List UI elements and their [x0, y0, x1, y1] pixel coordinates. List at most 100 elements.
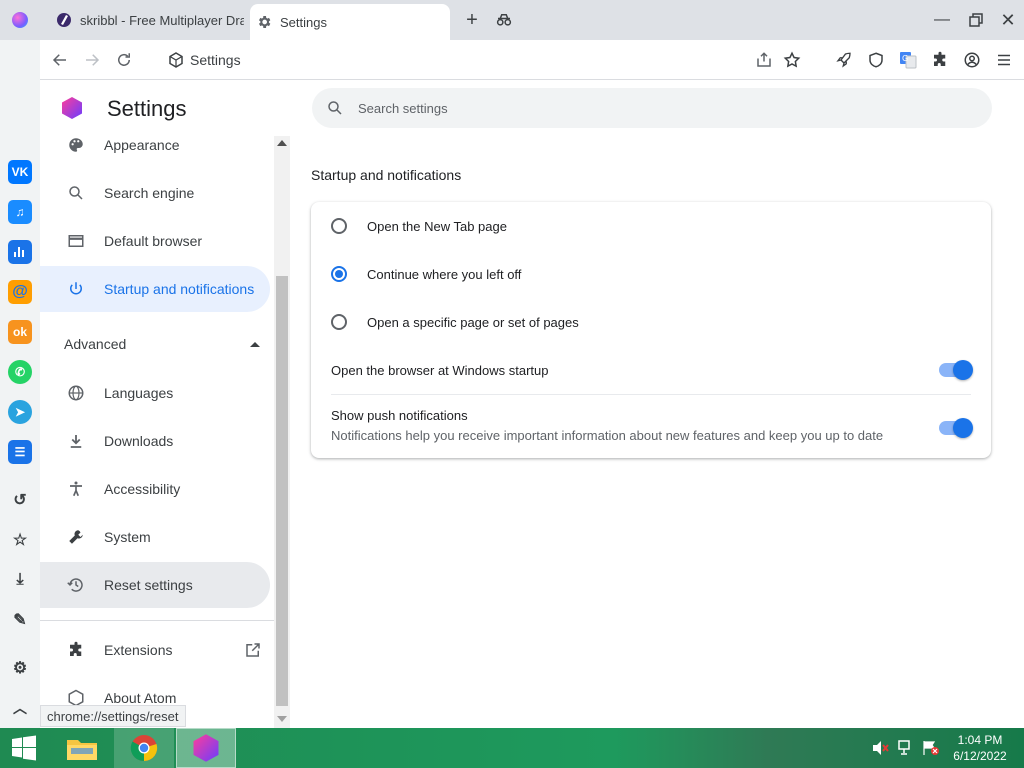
radio-row-continue[interactable]: Continue where you left off: [311, 250, 991, 298]
reload-button[interactable]: [112, 48, 136, 72]
radio-row-new-tab[interactable]: Open the New Tab page: [311, 202, 991, 250]
sidebar-item-system[interactable]: System: [40, 514, 270, 560]
forward-button[interactable]: [80, 48, 104, 72]
sidebar-item-languages[interactable]: Languages: [40, 370, 270, 416]
search-icon: [64, 184, 88, 202]
start-button[interactable]: [0, 728, 48, 768]
scroll-down-arrow-icon[interactable]: [277, 716, 287, 722]
search-settings-field[interactable]: Search settings: [312, 88, 992, 128]
share-icon[interactable]: [752, 48, 776, 72]
site-icon: [168, 52, 184, 68]
menu-icon[interactable]: [992, 48, 1016, 72]
settings-sidebar: Settings Appearance Search engine Defaul…: [40, 80, 290, 728]
translate-icon[interactable]: G: [896, 48, 920, 72]
new-tab-button[interactable]: +: [460, 8, 484, 32]
atom-browser-icon[interactable]: [176, 728, 236, 768]
collapse-chevron-icon[interactable]: ︿: [8, 696, 32, 720]
tab-label: skribbl - Free Multiplayer Dra: [80, 12, 244, 28]
push-notifications-toggle[interactable]: [939, 418, 973, 438]
download-arrow-icon: [64, 432, 88, 450]
list-icon[interactable]: ☰: [8, 440, 32, 464]
browser-window-icon: [64, 232, 88, 250]
page-title: Settings: [107, 96, 187, 121]
sidebar-item-label: Startup and notifications: [104, 281, 255, 297]
pencil-icon: [56, 12, 72, 28]
clock-time: 1:04 PM: [957, 733, 1003, 747]
sidebar-item-accessibility[interactable]: Accessibility: [40, 466, 270, 512]
sidebar-item-label: System: [104, 529, 151, 545]
radio-row-specific-pages[interactable]: Open a specific page or set of pages: [311, 298, 991, 346]
push-description: Notifications help you receive important…: [331, 428, 884, 443]
radio-label: Continue where you left off: [367, 266, 522, 282]
rocket-icon[interactable]: [832, 48, 856, 72]
omnibox[interactable]: Settings: [168, 48, 728, 72]
windows-startup-label: Open the browser at Windows startup: [331, 362, 549, 378]
whatsapp-icon[interactable]: ✆: [8, 360, 32, 384]
action-center-flag-icon[interactable]: [922, 740, 940, 756]
scroll-up-arrow-icon[interactable]: [277, 140, 287, 146]
advanced-label: Advanced: [64, 336, 127, 352]
vk-icon[interactable]: VK: [8, 160, 32, 184]
restore-history-icon: [64, 576, 88, 594]
network-icon[interactable]: [898, 740, 916, 756]
sidebar-item-reset-settings[interactable]: Reset settings: [40, 562, 270, 608]
sidebar-item-extensions[interactable]: Extensions: [40, 627, 274, 673]
volume-muted-icon[interactable]: [872, 740, 890, 756]
file-explorer-icon[interactable]: [52, 728, 112, 768]
music-icon[interactable]: ♫: [8, 200, 32, 224]
radio-button[interactable]: [331, 218, 347, 234]
sidebar-item-label: Appearance: [104, 137, 180, 153]
download-icon[interactable]: ⤓: [8, 568, 32, 592]
browser-logo-icon[interactable]: [12, 12, 28, 28]
windows-startup-toggle[interactable]: [939, 360, 973, 380]
windows-taskbar: 1:04 PM 6/12/2022: [0, 728, 1024, 768]
sidebar-item-search-engine[interactable]: Search engine: [40, 170, 270, 216]
status-url-bubble: chrome://settings/reset: [40, 705, 186, 727]
telegram-icon[interactable]: ➤: [8, 400, 32, 424]
incognito-icon[interactable]: [492, 8, 516, 32]
tab-settings[interactable]: Settings: [250, 4, 450, 40]
restore-button[interactable]: [964, 8, 988, 32]
sidebar-item-label: Accessibility: [104, 481, 181, 497]
chrome-icon[interactable]: [114, 728, 174, 768]
advanced-toggle[interactable]: Advanced: [64, 332, 260, 356]
push-notifications-row[interactable]: Show push notifications Notifications he…: [311, 395, 991, 451]
brush-icon[interactable]: ✎: [8, 608, 32, 632]
sidebar-item-label: Downloads: [104, 433, 174, 449]
sidebar-item-default-browser[interactable]: Default browser: [40, 218, 270, 264]
profile-icon[interactable]: [960, 48, 984, 72]
tab-strip: skribbl - Free Multiplayer Dra Settings …: [0, 0, 1024, 40]
sidebar-item-appearance[interactable]: Appearance: [40, 122, 270, 168]
caret-up-icon: [250, 341, 260, 347]
sidebar-divider: [40, 620, 274, 621]
stats-icon[interactable]: [8, 240, 32, 264]
extensions-puzzle-icon[interactable]: [928, 48, 952, 72]
bookmark-star-icon[interactable]: [780, 48, 804, 72]
radio-button-checked[interactable]: [331, 266, 347, 282]
clock[interactable]: 1:04 PM 6/12/2022: [944, 732, 1016, 766]
sidebar-item-label: Default browser: [104, 233, 203, 249]
omnibox-text: Settings: [190, 52, 241, 68]
section-title: Startup and notifications: [311, 167, 462, 183]
radio-button[interactable]: [331, 314, 347, 330]
star-icon[interactable]: ☆: [8, 528, 32, 552]
sidebar-item-startup[interactable]: Startup and notifications: [40, 266, 270, 312]
accessibility-icon: [64, 480, 88, 498]
shield-icon[interactable]: [864, 48, 888, 72]
mail-icon[interactable]: @: [8, 280, 32, 304]
sidebar-item-label: Languages: [104, 385, 174, 401]
tab-skribbl[interactable]: skribbl - Free Multiplayer Dra: [48, 4, 244, 36]
sidebar-item-label: Search engine: [104, 185, 195, 201]
minimize-button[interactable]: —: [930, 8, 954, 32]
history-icon[interactable]: ↺: [8, 488, 32, 512]
startup-settings-card: Open the New Tab page Continue where you…: [311, 202, 991, 458]
svg-text:G: G: [902, 54, 908, 63]
scrollbar-thumb[interactable]: [276, 276, 288, 706]
search-input[interactable]: Search settings: [358, 101, 448, 116]
settings-gear-icon[interactable]: ⚙: [8, 656, 32, 680]
close-button[interactable]: ✕: [996, 8, 1020, 32]
windows-startup-row[interactable]: Open the browser at Windows startup: [311, 346, 991, 394]
ok-icon[interactable]: ok: [8, 320, 32, 344]
sidebar-item-downloads[interactable]: Downloads: [40, 418, 270, 464]
back-button[interactable]: [48, 48, 72, 72]
